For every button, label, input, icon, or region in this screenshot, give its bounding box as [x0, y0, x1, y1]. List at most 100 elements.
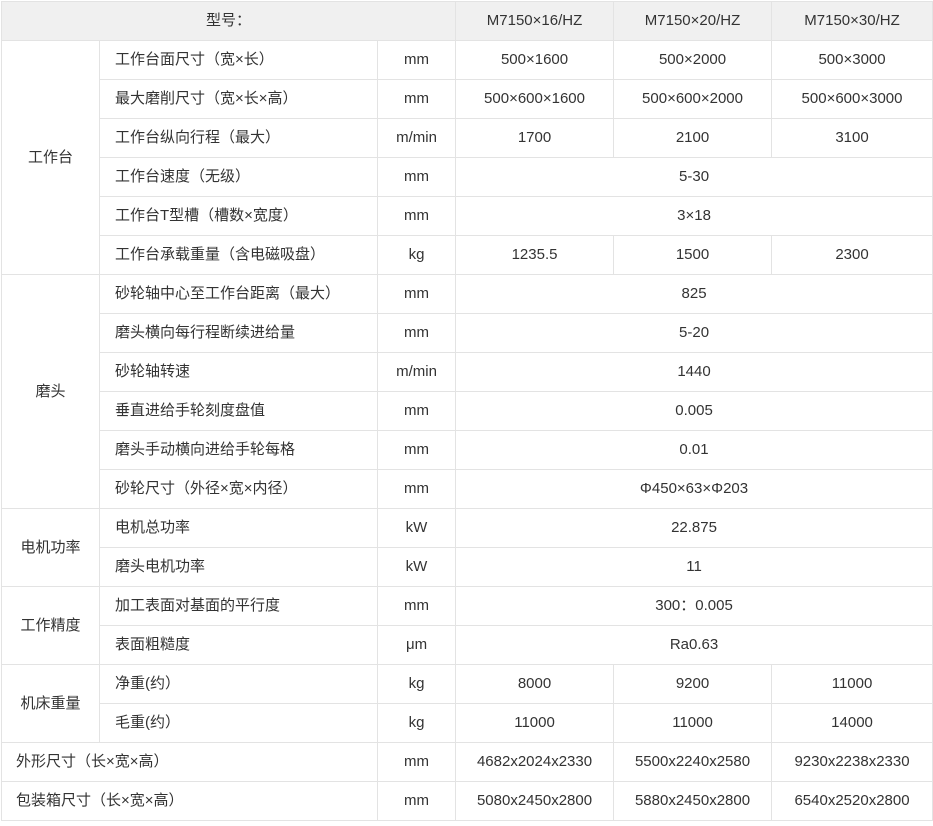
row-unit: mm	[376, 742, 457, 782]
model-label: 型号：	[0, 1, 457, 41]
row-value: 4682x2024x2330	[455, 742, 615, 782]
row-value: 2300	[771, 235, 933, 275]
row-unit: kg	[376, 664, 457, 704]
row-value: 500×3000	[771, 40, 933, 80]
table-row: 最大磨削尺寸（宽×长×高） mm 500×600×1600 500×600×20…	[2, 79, 933, 119]
model-header: M7150×20/HZ	[613, 1, 773, 41]
row-value: 8000	[455, 664, 615, 704]
row-value-merged: Ra0.63	[455, 625, 933, 665]
row-label: 垂直进给手轮刻度盘值	[99, 391, 378, 431]
row-label: 砂轮轴中心至工作台距离（最大）	[99, 274, 378, 314]
group-label-precision: 工作精度	[1, 586, 100, 665]
row-label: 砂轮尺寸（外径×宽×内径）	[99, 469, 378, 509]
row-unit: mm	[376, 430, 457, 470]
row-unit: μm	[376, 625, 457, 665]
row-label: 表面粗糙度	[99, 625, 378, 665]
row-value-merged: 0.01	[455, 430, 933, 470]
row-unit: mm	[376, 313, 457, 353]
row-value-merged: 1440	[455, 352, 933, 392]
row-value-merged: 3×18	[455, 196, 933, 236]
row-unit: kg	[376, 703, 457, 743]
row-value-merged: 11	[455, 547, 933, 587]
row-unit: mm	[376, 196, 457, 236]
table-row: 磨头电机功率 kW 11	[2, 547, 933, 587]
table-row: 电机功率 电机总功率 kW 22.875	[1, 508, 933, 587]
row-value: 1700	[455, 118, 615, 158]
group-label-grinding-head: 磨头	[1, 274, 100, 509]
table-row: 工作台 工作台面尺寸（宽×长） mm 500×1600 500×2000 500…	[1, 40, 933, 275]
row-unit: mm	[376, 40, 457, 80]
row-value-merged: 22.875	[455, 508, 933, 548]
row-unit: mm	[376, 391, 457, 431]
row-label-wide: 包装箱尺寸（长×宽×高）	[1, 781, 378, 821]
table-row: 机床重量 净重(约） kg 8000 9200 11000	[1, 664, 933, 743]
table-row: 砂轮尺寸（外径×宽×内径） mm Φ450×63×Φ203	[2, 469, 933, 509]
row-label: 砂轮轴转速	[99, 352, 378, 392]
row-value: 500×600×1600	[455, 79, 615, 119]
row-value: 500×1600	[455, 40, 615, 80]
table-row: 工作台承载重量（含电磁吸盘） kg 1235.5 1500 2300	[2, 235, 933, 275]
row-value: 9230x2238x2330	[771, 742, 933, 782]
row-value: 11000	[771, 664, 933, 704]
row-label-wide: 外形尺寸（长×宽×高）	[1, 742, 378, 782]
row-unit: kg	[376, 235, 457, 275]
row-value: 14000	[771, 703, 933, 743]
spec-table: 型号： M7150×16/HZ M7150×20/HZ M7150×30/HZ …	[0, 1, 933, 821]
row-label: 工作台面尺寸（宽×长）	[99, 40, 378, 80]
row-value: 5500x2240x2580	[613, 742, 773, 782]
row-value: 3100	[771, 118, 933, 158]
row-unit: m/min	[376, 352, 457, 392]
row-unit: kW	[376, 547, 457, 587]
table-row: 工作台纵向行程（最大） m/min 1700 2100 3100	[2, 118, 933, 158]
table-row: 外形尺寸（长×宽×高） mm 4682x2024x2330 5500x2240x…	[1, 742, 933, 782]
row-value: 6540x2520x2800	[771, 781, 933, 821]
row-value: 11000	[455, 703, 615, 743]
header-row: 型号： M7150×16/HZ M7150×20/HZ M7150×30/HZ	[0, 1, 933, 41]
row-label: 净重(约）	[99, 664, 378, 704]
row-value-merged: 5-30	[455, 157, 933, 197]
table-row: 工作精度 加工表面对基面的平行度 mm 300：0.005	[1, 586, 933, 665]
table-row: 包装箱尺寸（长×宽×高） mm 5080x2450x2800 5880x2450…	[1, 781, 933, 821]
row-label: 磨头手动横向进给手轮每格	[99, 430, 378, 470]
table-row: 磨头横向每行程断续进给量 mm 5-20	[2, 313, 933, 353]
model-header: M7150×30/HZ	[771, 1, 933, 41]
row-unit: mm	[376, 781, 457, 821]
table-row: 工作台T型槽（槽数×宽度） mm 3×18	[2, 196, 933, 236]
table-row: 工作台速度（无级） mm 5-30	[2, 157, 933, 197]
row-value-merged: 825	[455, 274, 933, 314]
row-value: 11000	[613, 703, 773, 743]
table-row: 磨头 砂轮轴中心至工作台距离（最大） mm 825	[1, 274, 933, 509]
group-label-worktable: 工作台	[1, 40, 100, 275]
row-label: 工作台速度（无级）	[99, 157, 378, 197]
row-value: 2100	[613, 118, 773, 158]
row-value-merged: 5-20	[455, 313, 933, 353]
row-value: 1500	[613, 235, 773, 275]
row-label: 电机总功率	[99, 508, 378, 548]
table-row: 垂直进给手轮刻度盘值 mm 0.005	[2, 391, 933, 431]
row-label: 工作台承载重量（含电磁吸盘）	[99, 235, 378, 275]
group-label-motor-power: 电机功率	[1, 508, 100, 587]
table-row: 磨头手动横向进给手轮每格 mm 0.01	[2, 430, 933, 470]
row-value: 5880x2450x2800	[613, 781, 773, 821]
group-label-machine-weight: 机床重量	[1, 664, 100, 743]
row-unit: mm	[376, 157, 457, 197]
row-label: 磨头横向每行程断续进给量	[99, 313, 378, 353]
model-header: M7150×16/HZ	[455, 1, 615, 41]
table-row: 表面粗糙度 μm Ra0.63	[2, 625, 933, 665]
row-unit: mm	[376, 586, 457, 626]
row-value: 5080x2450x2800	[455, 781, 615, 821]
row-value: 500×600×3000	[771, 79, 933, 119]
row-label: 工作台纵向行程（最大）	[99, 118, 378, 158]
row-label: 磨头电机功率	[99, 547, 378, 587]
row-unit: kW	[376, 508, 457, 548]
table-row: 毛重(约） kg 11000 11000 14000	[2, 703, 933, 743]
row-unit: mm	[376, 469, 457, 509]
row-value: 500×600×2000	[613, 79, 773, 119]
row-value-merged: 300：0.005	[455, 586, 933, 626]
row-value: 1235.5	[455, 235, 615, 275]
row-label: 毛重(约）	[99, 703, 378, 743]
row-value-merged: Φ450×63×Φ203	[455, 469, 933, 509]
row-unit: mm	[376, 274, 457, 314]
row-label: 加工表面对基面的平行度	[99, 586, 378, 626]
row-unit: mm	[376, 79, 457, 119]
